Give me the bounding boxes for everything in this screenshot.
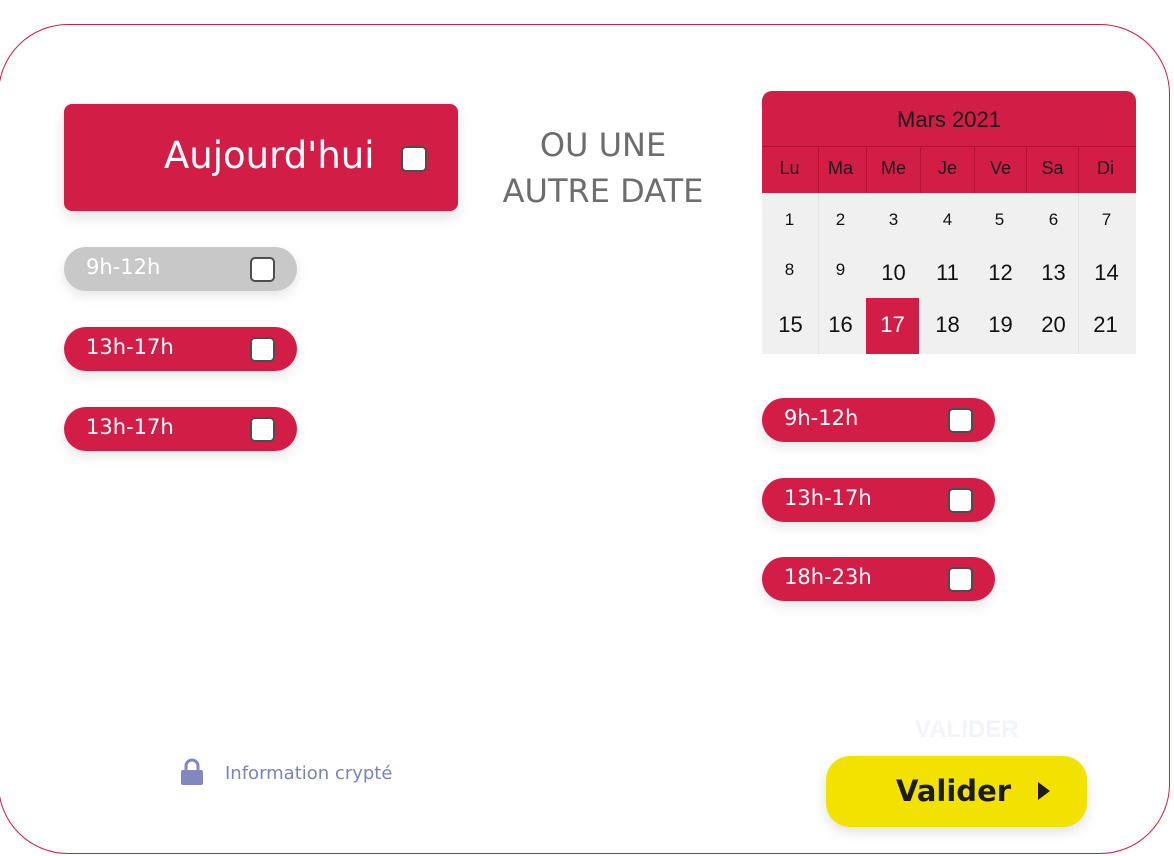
calendar-day-21[interactable]: 21 (1079, 298, 1132, 354)
slot-checkbox[interactable] (948, 488, 973, 513)
calendar-day-16[interactable]: 16 (814, 298, 867, 354)
weekday-ma: Ma (827, 158, 853, 178)
slot-label: 9h-12h (86, 255, 161, 279)
calendar-day-5[interactable]: 5 (973, 193, 1026, 249)
calendar-day-2[interactable]: 2 (814, 193, 867, 249)
slot-label: 9h-12h (784, 406, 859, 430)
today-label: Aujourd'hui (164, 134, 375, 177)
weekday-sa: Sa (1041, 158, 1064, 178)
weekday-di: Di (1097, 158, 1114, 178)
calendar-day-11[interactable]: 11 (921, 246, 974, 302)
valider-ghost-label: VALIDER (915, 716, 1019, 743)
slot-label: 18h-23h (784, 565, 872, 589)
play-icon (1038, 782, 1050, 800)
valider-label: Valider (896, 774, 1012, 808)
calendar-day-19[interactable]: 19 (974, 298, 1027, 354)
weekday-lu: Lu (779, 158, 800, 178)
slot-checkbox[interactable] (250, 337, 275, 362)
calendar-day-6[interactable]: 6 (1027, 193, 1080, 249)
today-checkbox[interactable] (401, 146, 427, 172)
calendar-day-7[interactable]: 7 (1080, 193, 1133, 249)
calendar-day-10[interactable]: 10 (867, 246, 920, 302)
date-slot-13h-17h[interactable]: 13h-17h (762, 478, 995, 522)
slot-label: 13h-17h (86, 335, 174, 359)
slot-checkbox[interactable] (250, 417, 275, 442)
other-date-label: OU UNE AUTRE DATE (500, 122, 706, 214)
date-slot-18h-23h[interactable]: 18h-23h (762, 557, 995, 601)
slot-label: 13h-17h (784, 486, 872, 510)
weekday-me: Me (880, 158, 906, 178)
weekday-je: Je (937, 158, 957, 178)
slot-checkbox[interactable] (948, 408, 973, 433)
slot-checkbox[interactable] (250, 257, 275, 282)
slot-label: 13h-17h (86, 415, 174, 439)
calendar-day-3[interactable]: 3 (867, 193, 920, 249)
calendar-day-18[interactable]: 18 (921, 298, 974, 354)
calendar-day-13[interactable]: 13 (1027, 246, 1080, 302)
calendar-day-17-selected[interactable]: 17 (866, 298, 919, 354)
calendar: Mars 2021 Lu Ma Me Je Ve Sa Di 1 2 3 4 5… (762, 91, 1136, 354)
slot-checkbox[interactable] (948, 567, 973, 592)
calendar-day-9[interactable]: 9 (814, 246, 867, 302)
other-date-line-1: OU UNE (539, 126, 667, 164)
calendar-day-20[interactable]: 20 (1027, 298, 1080, 354)
date-slot-9h-12h[interactable]: 9h-12h (762, 398, 995, 442)
calendar-day-1[interactable]: 1 (763, 193, 816, 249)
calendar-day-15[interactable]: 15 (764, 298, 817, 354)
today-slot-9h-12h[interactable]: 9h-12h (64, 247, 297, 291)
weekday-ve: Ve (989, 158, 1012, 178)
secure-info-label: Information crypté (225, 763, 393, 784)
valider-button[interactable]: Valider (826, 756, 1087, 827)
calendar-day-8[interactable]: 8 (763, 246, 816, 302)
calendar-month-title: Mars 2021 (897, 107, 1001, 132)
other-date-line-2: AUTRE DATE (502, 172, 704, 210)
calendar-header: Mars 2021 Lu Ma Me Je Ve Sa Di (762, 91, 1136, 193)
lock-icon (181, 758, 203, 785)
today-button[interactable]: Aujourd'hui (64, 104, 458, 211)
today-slot-13h-17h[interactable]: 13h-17h (64, 327, 297, 371)
calendar-day-14[interactable]: 14 (1080, 246, 1133, 302)
today-slot-13h-17h-second[interactable]: 13h-17h (64, 407, 297, 451)
calendar-day-12[interactable]: 12 (974, 246, 1027, 302)
calendar-day-4[interactable]: 4 (921, 193, 974, 249)
